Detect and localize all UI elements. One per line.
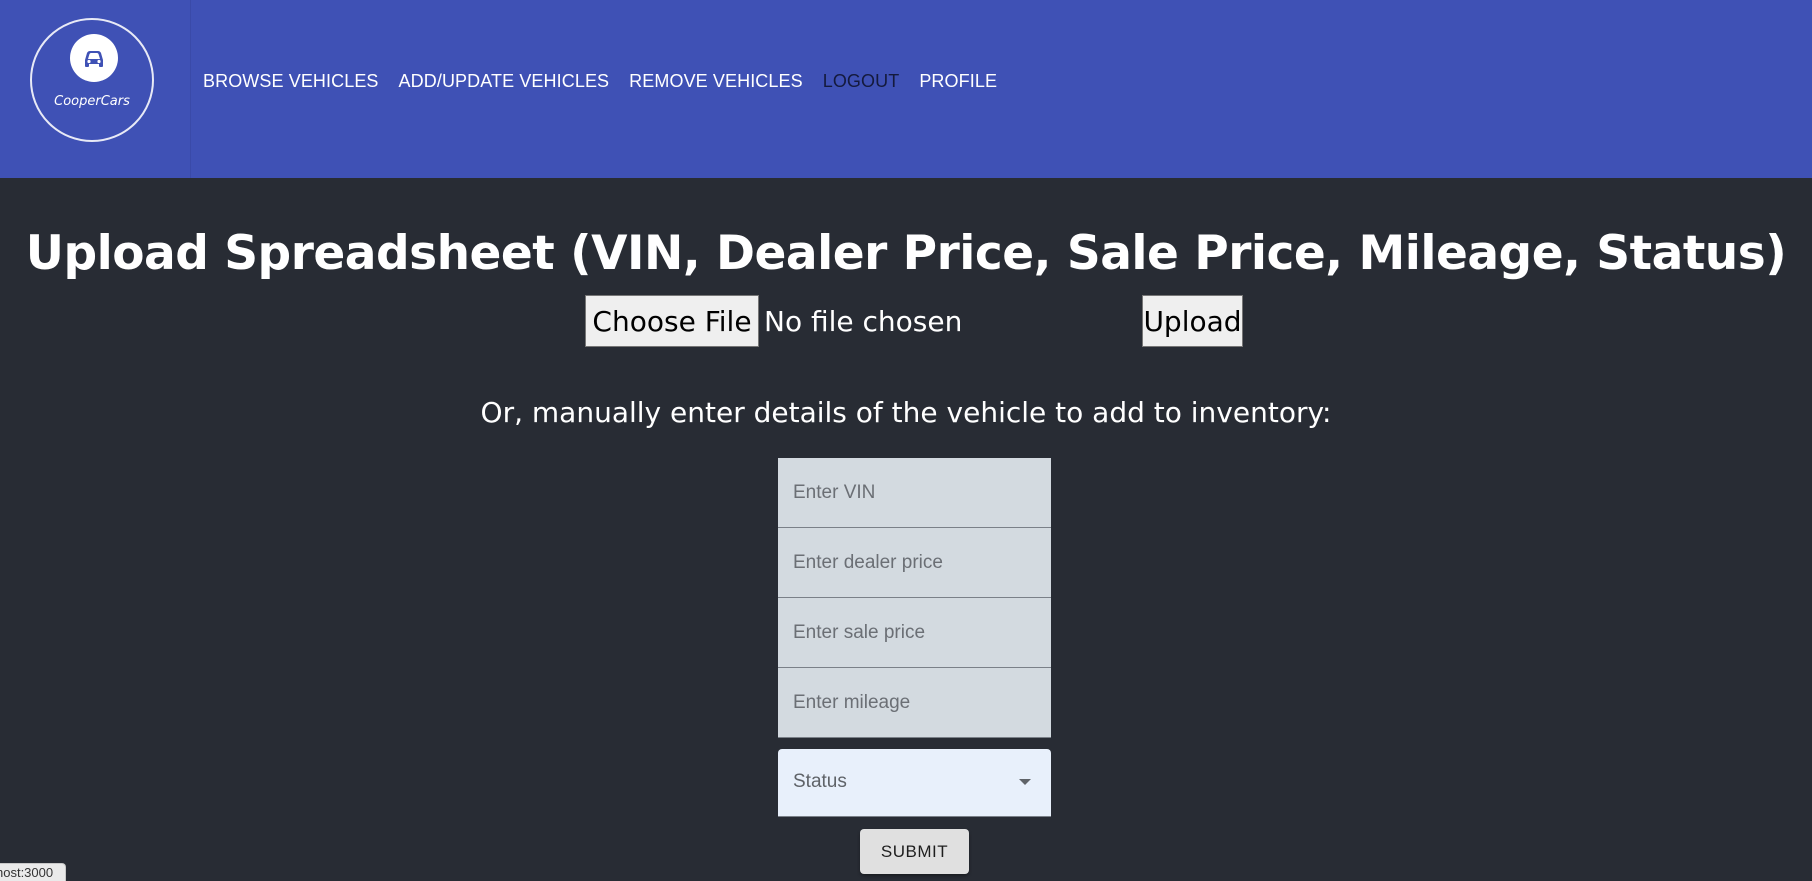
file-status-text: No file chosen: [764, 305, 963, 338]
status-bar-url: host:3000: [0, 863, 67, 881]
choose-file-button[interactable]: Choose File: [585, 295, 759, 347]
status-select[interactable]: Status: [778, 749, 1051, 817]
manual-entry-label: Or, manually enter details of the vehicl…: [480, 396, 1332, 429]
dealer-price-input[interactable]: [778, 528, 1051, 598]
sale-price-input[interactable]: [778, 598, 1051, 668]
submit-button[interactable]: SUBMIT: [860, 829, 969, 874]
car-icon: [70, 34, 118, 82]
status-bar-url-text: host:3000: [0, 865, 54, 880]
main-nav: BROWSE VEHICLES ADD/UPDATE VEHICLES REMO…: [203, 68, 997, 94]
logo-text: CooperCars: [54, 94, 130, 109]
nav-remove-vehicles[interactable]: REMOVE VEHICLES: [629, 71, 803, 92]
nav-browse-vehicles[interactable]: BROWSE VEHICLES: [203, 71, 379, 92]
chevron-down-icon: [1019, 779, 1031, 785]
mileage-input[interactable]: [778, 668, 1051, 738]
page-title: Upload Spreadsheet (VIN, Dealer Price, S…: [25, 226, 1787, 281]
upload-button[interactable]: Upload: [1142, 295, 1243, 347]
status-select-label: Status: [793, 771, 847, 792]
nav-logout[interactable]: LOGOUT: [823, 71, 900, 92]
vehicle-form: [778, 458, 1051, 738]
header-divider: [190, 0, 191, 178]
cooper-cars-logo[interactable]: CooperCars: [30, 18, 154, 142]
nav-profile[interactable]: PROFILE: [919, 71, 997, 92]
top-app-bar: CooperCars BROWSE VEHICLES ADD/UPDATE VE…: [0, 0, 1812, 178]
vin-input[interactable]: [778, 458, 1051, 528]
nav-add-update-vehicles[interactable]: ADD/UPDATE VEHICLES: [399, 71, 610, 92]
